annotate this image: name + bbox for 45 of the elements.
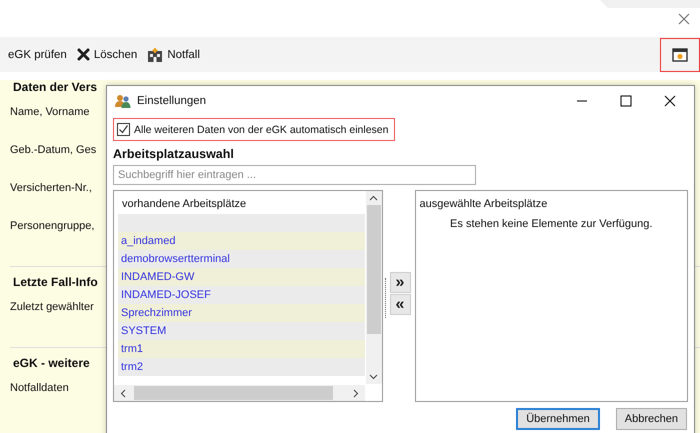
field-label: Name, Vorname [10, 106, 90, 118]
cross-icon [76, 48, 90, 61]
list-item[interactable]: SYSTEM [118, 322, 364, 340]
list-item[interactable]: demobrowsertterminal [118, 250, 364, 268]
move-button[interactable]: » [390, 272, 410, 293]
field-label: Notfalldaten [10, 382, 69, 394]
list-item[interactable]: a_indamed [118, 232, 364, 250]
move-button[interactable]: « [390, 294, 410, 315]
field-label: Geb.-Datum, Ges [10, 144, 96, 156]
window-gear-icon [672, 48, 688, 62]
dialog-button[interactable]: Abbrechen [616, 408, 687, 430]
toolbar-button[interactable]: eGK prüfen [8, 48, 67, 60]
close-icon[interactable] [664, 95, 676, 107]
list-item[interactable]: trm2 [118, 358, 364, 376]
empty-message: Es stehen keine Elemente zur Verfügung. [449, 217, 654, 230]
toolbar-button[interactable]: Notfall [147, 46, 200, 62]
list-item[interactable]: trm1 [118, 340, 364, 358]
vertical-scrollbar[interactable] [366, 191, 382, 384]
toolbar-button[interactable]: Löschen [76, 48, 138, 61]
list-item[interactable]: INDAMED-JOSEF [118, 286, 364, 304]
section-title: eGK - weitere [13, 356, 90, 370]
search-field[interactable]: Suchbegriff hier eintragen ... [113, 165, 476, 185]
list-item[interactable]: INDAMED-GW [118, 268, 364, 286]
field-label: Versicherten-Nr., [10, 182, 92, 194]
chevron-down-icon [369, 374, 378, 380]
users-icon [115, 94, 131, 108]
section-title: Daten der Vers [13, 80, 98, 94]
auto-read-checkbox[interactable]: Alle weiteren Daten von der eGK automatisch einlesen [113, 118, 396, 141]
field-label: Zuletzt gewählter [10, 301, 94, 313]
building-icon [147, 46, 164, 62]
section-heading: Arbeitsplatzauswahl [113, 147, 235, 161]
field-label: Personengruppe, [10, 220, 94, 232]
list-item[interactable]: Sprechzimmer [118, 304, 364, 322]
maximize-icon[interactable] [620, 95, 632, 107]
chevron-left-icon [120, 388, 126, 398]
dialog-title: Einstellungen [137, 95, 206, 107]
dialog-button[interactable]: Übernehmen [516, 408, 600, 430]
section-title: Letzte Fall-Info [13, 275, 98, 289]
horizontal-scrollbar[interactable] [114, 385, 364, 401]
chevron-right-icon [352, 388, 358, 398]
check-icon [118, 124, 129, 135]
settings-window-button[interactable] [660, 38, 700, 72]
chevron-up-icon [369, 195, 378, 201]
list-header: ausgewählte Arbeitsplätze [418, 197, 548, 212]
list-header: vorhandene Arbeitsplätze [121, 197, 248, 212]
